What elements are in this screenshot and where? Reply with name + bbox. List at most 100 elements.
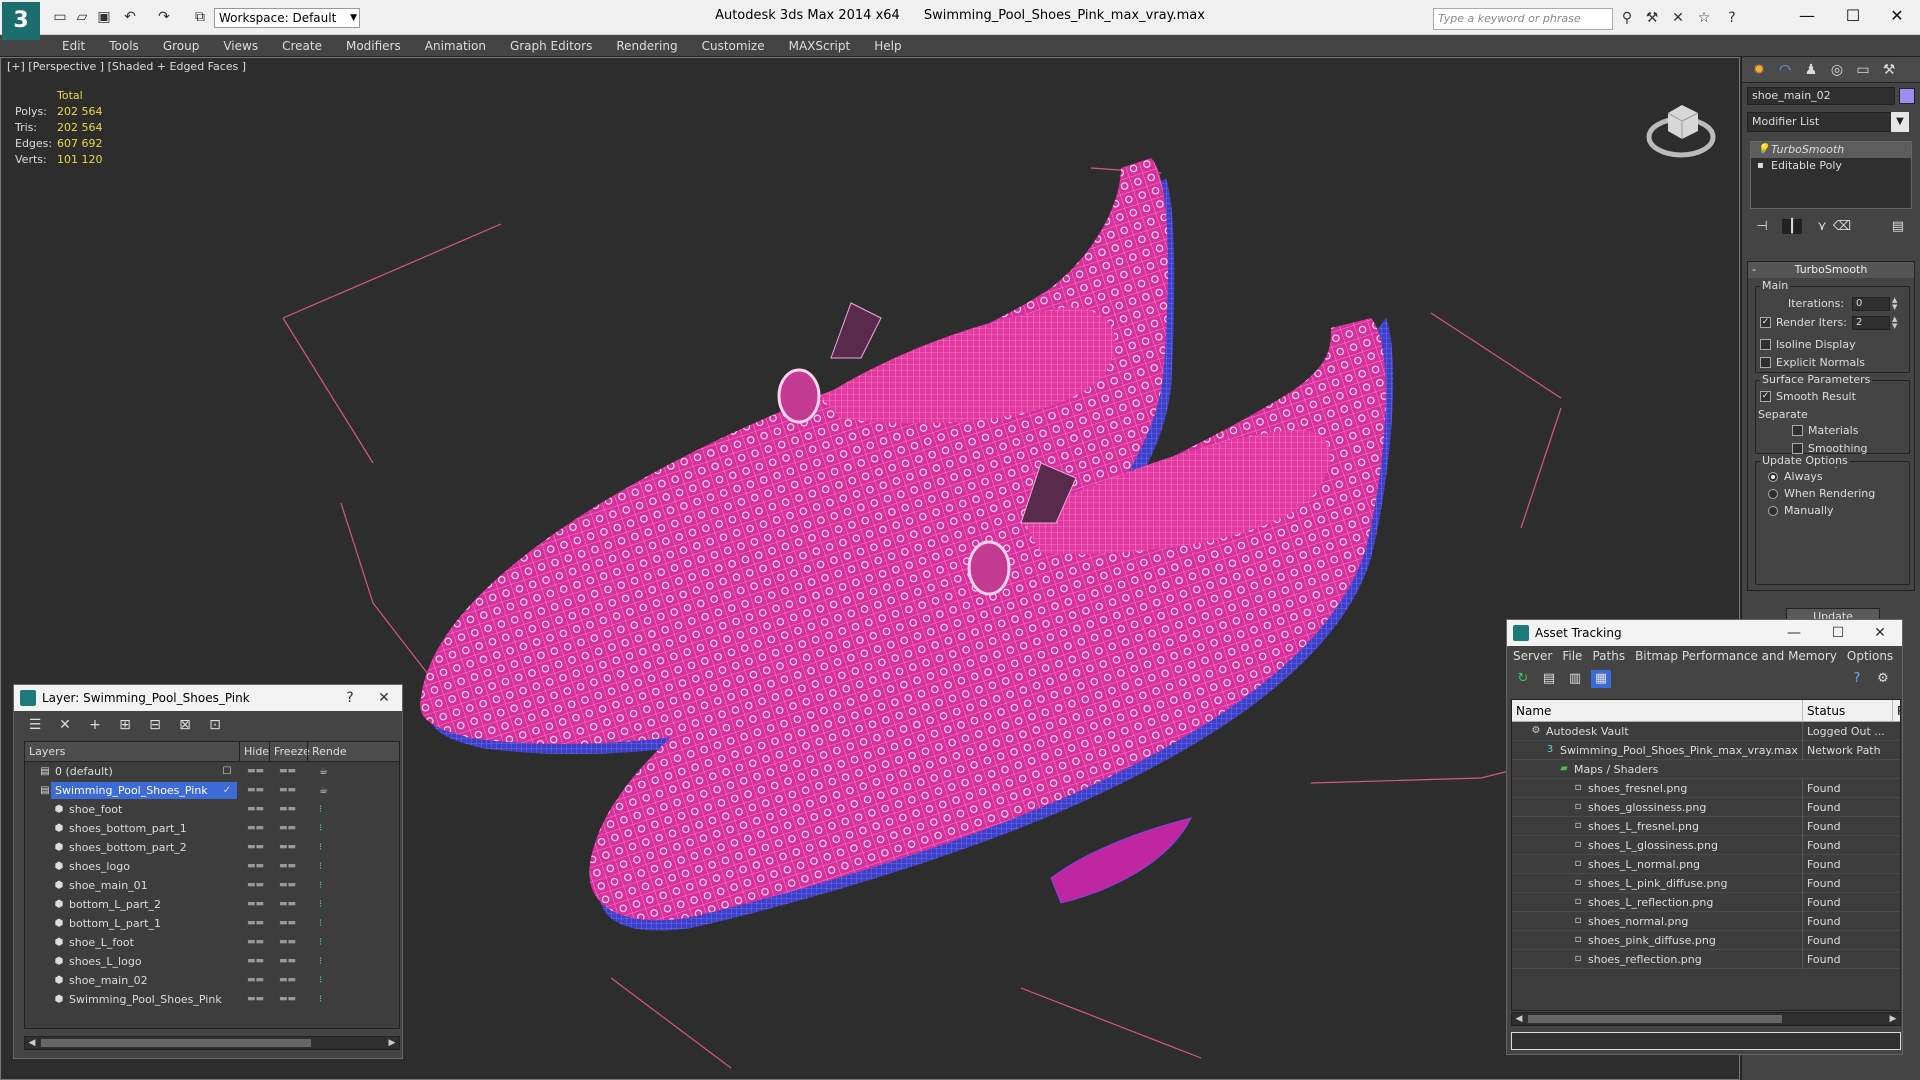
hide-toggle[interactable]: ▬▬ xyxy=(247,838,264,857)
layer-name[interactable]: shoe_foot xyxy=(65,801,128,818)
hide-toggle[interactable]: ▬▬ xyxy=(247,781,264,800)
display-tab-icon[interactable]: ▭ xyxy=(1852,60,1874,80)
asset-name[interactable]: shoes_pink_diffuse.png xyxy=(1588,931,1716,950)
asset-row[interactable]: ▫ shoes_L_normal.png Found xyxy=(1512,855,1900,874)
asset-menu-bitmap-performance-and-memory[interactable]: Bitmap Performance and Memory xyxy=(1635,649,1837,663)
hide-toggle[interactable]: ▬▬ xyxy=(247,857,264,876)
explicit-normals-checkbox[interactable] xyxy=(1760,357,1771,368)
layer-row[interactable]: ⬢ bottom_L_part_1 ▬▬ ▬▬ ⁝ xyxy=(25,914,399,933)
scroll-right-icon[interactable]: ▶ xyxy=(1886,1013,1900,1025)
asset-name[interactable]: Swimming_Pool_Shoes_Pink_max_vray.max xyxy=(1560,741,1798,760)
make-unique-icon[interactable]: ⋎ xyxy=(1812,219,1832,234)
asset-row[interactable]: ▫ shoes_glossiness.png Found xyxy=(1512,798,1900,817)
asset-row[interactable]: 3 Swimming_Pool_Shoes_Pink_max_vray.max Ne… xyxy=(1512,741,1900,760)
render-iters-spinner[interactable]: 2 xyxy=(1852,316,1890,330)
create-tab-icon[interactable]: ✹ xyxy=(1748,60,1770,80)
menu-tools[interactable]: Tools xyxy=(97,35,151,57)
menu-help[interactable]: Help xyxy=(862,35,913,57)
hierarchy-tab-icon[interactable]: ♟ xyxy=(1800,60,1822,80)
asset-menu-server[interactable]: Server xyxy=(1513,649,1552,663)
hide-toggle[interactable]: ▬▬ xyxy=(247,971,264,990)
layer-row[interactable]: ⬢ shoe_L_foot ▬▬ ▬▬ ⁝ xyxy=(25,933,399,952)
table-view-icon[interactable]: ▦ xyxy=(1591,670,1611,688)
asset-name[interactable]: shoes_L_pink_diffuse.png xyxy=(1588,874,1727,893)
freeze-toggle[interactable]: ▬▬ xyxy=(279,838,296,857)
pin-stack-icon[interactable]: ⊣ xyxy=(1752,219,1772,234)
manually-radio[interactable] xyxy=(1768,506,1778,516)
hide-toggle[interactable]: ▬▬ xyxy=(247,762,264,781)
asset-name[interactable]: shoes_L_reflection.png xyxy=(1588,893,1713,912)
create-layer-icon[interactable]: + xyxy=(84,717,106,733)
asset-row[interactable]: ▫ shoes_normal.png Found xyxy=(1512,912,1900,931)
thumbnail-view-icon[interactable]: ▥ xyxy=(1565,670,1585,688)
communication-icon[interactable]: ✕ xyxy=(1668,8,1688,28)
asset-path-field[interactable] xyxy=(1511,1032,1901,1050)
layers-menu-icon[interactable]: ☰ xyxy=(24,717,46,733)
viewcube-icon[interactable] xyxy=(1646,93,1716,163)
expand-icon[interactable]: ▪ xyxy=(1757,158,1764,174)
project-folder-icon[interactable]: ⧉ xyxy=(190,8,210,26)
isoline-display-checkbox[interactable] xyxy=(1760,339,1771,350)
scroll-right-icon[interactable]: ▶ xyxy=(385,1037,399,1049)
hide-unhide-all-icon[interactable]: ⊡ xyxy=(204,717,226,733)
layer-name[interactable]: shoes_bottom_part_2 xyxy=(65,839,193,856)
scroll-thumb[interactable] xyxy=(41,1039,311,1047)
modify-tab-icon[interactable]: ◠ xyxy=(1774,60,1796,80)
layer-name[interactable]: shoes_L_logo xyxy=(65,953,148,970)
freeze-toggle[interactable]: ▬▬ xyxy=(279,781,296,800)
layer-row[interactable]: ⬢ Swimming_Pool_Shoes_Pink ▬▬ ▬▬ ⁝ xyxy=(25,990,399,1009)
remove-modifier-icon[interactable]: ⌫ xyxy=(1832,219,1852,234)
maximize-button[interactable]: ☐ xyxy=(1830,0,1876,32)
modifier-stack-item[interactable]: ▪ Editable Poly xyxy=(1751,158,1911,174)
asset-dialog-titlebar[interactable]: Asset Tracking — ☐ ✕ xyxy=(1507,620,1902,646)
asset-row[interactable]: ▰ Maps / Shaders xyxy=(1512,760,1900,779)
layer-name[interactable]: shoe_main_02 xyxy=(65,972,154,989)
hide-toggle[interactable]: ▬▬ xyxy=(247,914,264,933)
iterations-spinner[interactable]: 0 xyxy=(1852,297,1890,311)
asset-name[interactable]: shoes_reflection.png xyxy=(1588,950,1702,969)
layer-row[interactable]: ⬢ shoe_main_01 ▬▬ ▬▬ ⁝ xyxy=(25,876,399,895)
select-layer-objects-icon[interactable]: ⊟ xyxy=(144,717,166,733)
menu-animation[interactable]: Animation xyxy=(413,35,498,57)
binoculars-icon[interactable]: ⚲ xyxy=(1617,8,1637,28)
modifier-stack-item[interactable]: 💡 TurboSmooth xyxy=(1751,142,1911,158)
subscription-icon[interactable]: ⚒ xyxy=(1642,8,1662,28)
maximize-icon[interactable]: ☐ xyxy=(1820,620,1856,646)
smoothing-groups-checkbox[interactable] xyxy=(1792,443,1803,454)
freeze-toggle[interactable]: ▬▬ xyxy=(279,971,296,990)
scroll-thumb[interactable] xyxy=(1528,1015,1782,1023)
layer-horizontal-scrollbar[interactable]: ◀ ▶ xyxy=(24,1036,400,1050)
layer-row[interactable]: ⬢ shoes_bottom_part_2 ▬▬ ▬▬ ⁝ xyxy=(25,838,399,857)
close-icon[interactable]: ✕ xyxy=(1862,620,1898,646)
column-header-freeze[interactable]: Freeze xyxy=(269,742,310,762)
app-logo[interactable]: 3 xyxy=(2,2,40,40)
scroll-left-icon[interactable]: ◀ xyxy=(25,1037,39,1049)
menu-graph-editors[interactable]: Graph Editors xyxy=(498,35,604,57)
asset-row[interactable]: ▫ shoes_L_reflection.png Found xyxy=(1512,893,1900,912)
asset-name[interactable]: shoes_normal.png xyxy=(1588,912,1688,931)
layer-name[interactable]: Swimming_Pool_Shoes_Pink xyxy=(51,782,237,799)
save-file-icon[interactable]: ▣ xyxy=(94,8,114,26)
layer-row[interactable]: ▤ 0 (default) ☐ ▬▬ ▬▬ ☕ xyxy=(25,762,399,781)
asset-name[interactable]: shoes_L_normal.png xyxy=(1588,855,1700,874)
layer-row[interactable]: ⬢ shoe_foot ▬▬ ▬▬ ⁝ xyxy=(25,800,399,819)
asset-horizontal-scrollbar[interactable]: ◀ ▶ xyxy=(1511,1012,1901,1026)
menu-modifiers[interactable]: Modifiers xyxy=(334,35,413,57)
renderable-teapot-icon[interactable]: ⁝ xyxy=(319,857,322,876)
asset-name[interactable]: shoes_L_fresnel.png xyxy=(1588,817,1699,836)
open-file-icon[interactable]: ▱ xyxy=(72,8,92,26)
renderable-teapot-icon[interactable]: ⁝ xyxy=(319,914,322,933)
freeze-toggle[interactable]: ▬▬ xyxy=(279,857,296,876)
renderable-teapot-icon[interactable]: ⁝ xyxy=(319,971,322,990)
lightbulb-icon[interactable]: 💡 xyxy=(1757,142,1769,158)
asset-row[interactable]: ▫ shoes_L_glossiness.png Found xyxy=(1512,836,1900,855)
freeze-toggle[interactable]: ▬▬ xyxy=(279,876,296,895)
close-icon[interactable]: ✕ xyxy=(366,685,402,711)
column-header-name[interactable]: Name xyxy=(1512,700,1551,722)
when-rendering-radio[interactable] xyxy=(1768,489,1778,499)
freeze-toggle[interactable]: ▬▬ xyxy=(279,895,296,914)
asset-row[interactable]: ▫ shoes_L_fresnel.png Found xyxy=(1512,817,1900,836)
layer-row[interactable]: ⬢ shoes_bottom_part_1 ▬▬ ▬▬ ⁝ xyxy=(25,819,399,838)
asset-name[interactable]: Autodesk Vault xyxy=(1546,722,1629,741)
menu-create[interactable]: Create xyxy=(270,35,334,57)
